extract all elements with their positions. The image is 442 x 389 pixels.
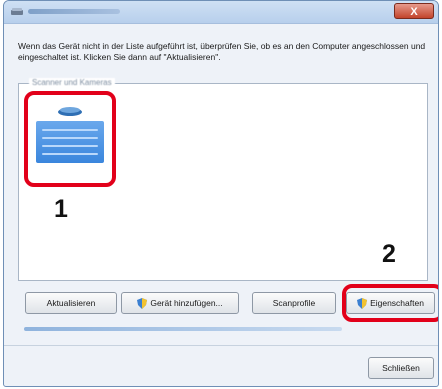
- footer-divider: [4, 345, 438, 346]
- properties-highlight-frame: [342, 284, 438, 322]
- instruction-text: Wenn das Gerät nicht in der Liste aufgef…: [18, 41, 426, 62]
- scanner-dialog-window: X Wenn das Gerät nicht in der Liste aufg…: [3, 0, 439, 387]
- close-button-label: Schließen: [382, 363, 420, 373]
- device-name-label: [36, 121, 104, 163]
- refresh-button[interactable]: Aktualisieren: [25, 292, 117, 314]
- step-2-label: 2: [382, 240, 396, 268]
- window-title: [28, 9, 120, 14]
- scanner-app-icon: [11, 8, 23, 15]
- step-1-label: 1: [54, 195, 68, 223]
- scan-profiles-button[interactable]: Scanprofile: [252, 292, 336, 314]
- title-bar[interactable]: X: [4, 1, 438, 24]
- add-device-button[interactable]: Gerät hinzufügen...: [121, 292, 239, 314]
- progress-bar: [24, 327, 342, 331]
- device-item-scanner[interactable]: [24, 91, 116, 187]
- close-window-button[interactable]: X: [394, 3, 434, 19]
- scan-profiles-button-label: Scanprofile: [272, 298, 316, 308]
- refresh-button-label: Aktualisieren: [46, 298, 96, 308]
- add-device-button-label: Gerät hinzufügen...: [150, 298, 223, 308]
- shield-icon: [137, 298, 148, 310]
- close-button[interactable]: Schließen: [368, 357, 434, 379]
- scanner-icon: [58, 107, 82, 116]
- device-group-label: Scanner und Kameras: [29, 78, 115, 87]
